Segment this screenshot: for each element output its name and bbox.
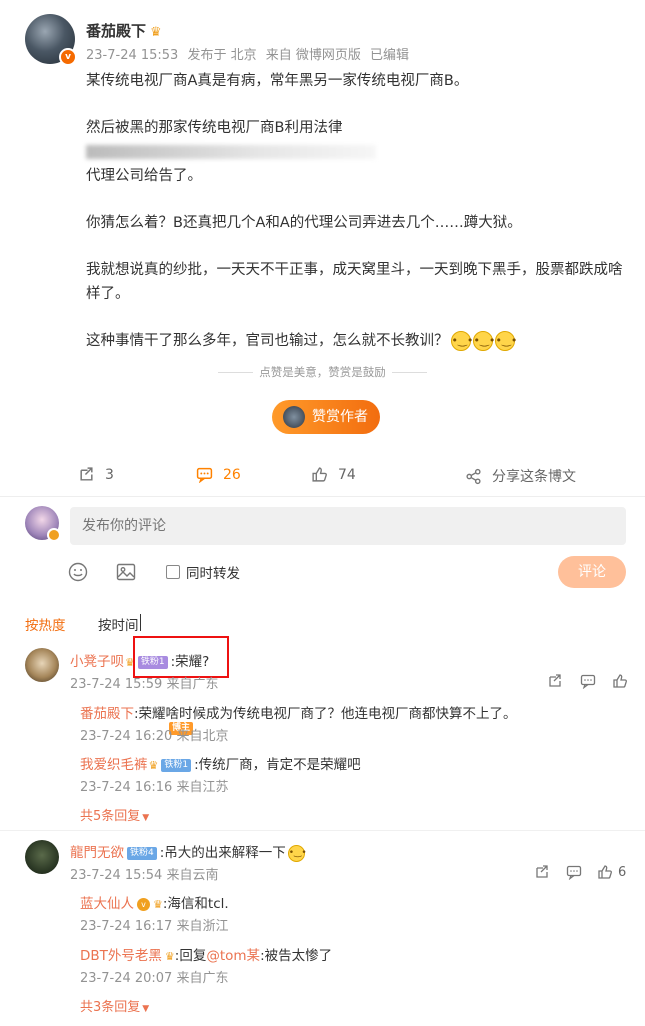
caret-down-icon: ▼ [142,1004,150,1014]
reply-meta: 23-7-24 16:20 来自北京 [80,729,229,744]
image-icon[interactable] [116,562,136,582]
replier-name[interactable]: 番茄殿下 [80,706,134,722]
reply-text: :传统厂商，肯定不是荣耀吧 [194,757,361,773]
text-cursor [140,614,141,631]
comment-button[interactable]: 26 [196,466,241,483]
comment-input[interactable] [70,507,626,545]
share-icon [466,468,481,484]
reply-text: :荣耀啥时候成为传统电视厂商了？他连电视厂商都快算不上了。 [134,706,517,722]
action-bar: 3 26 74 分享这条博文 [0,466,645,486]
thumbs-up-icon [312,467,327,482]
repost-checkbox[interactable]: 同时转发 [166,562,240,582]
replier-name[interactable]: 我爱织毛裤 [80,757,148,773]
comment-icon[interactable] [580,673,596,689]
thumbs-up-icon[interactable] [597,864,613,880]
comment-meta: 23-7-24 15:59 来自广东 [70,677,219,692]
verified-badge-icon [47,528,61,542]
post-content: 某传统电视厂商A真是有病，常年黑另一家传统电视厂商B。 然后被黑的那家传统电视厂… [86,69,631,353]
divider [0,830,645,831]
commenter-name[interactable]: 龍門无欲 [70,845,124,861]
commenter-name[interactable]: 小凳子呗 [70,654,124,670]
like-count: 6 [618,865,627,880]
like-button[interactable]: 74 [311,466,356,483]
comment-row: 龍門无欲 铁粉4:吊大的出来解释一下 •‿• [70,841,307,862]
reply-row: 我爱织毛裤♛ 铁粉1:传统厂商，肯定不是荣耀吧 [80,753,361,773]
post-timestamp[interactable]: 23-7-24 15:53 [86,48,178,63]
submit-comment-button[interactable]: 评论 [558,556,626,588]
post-location: 发布于 北京 [187,48,257,63]
repost-button[interactable]: 3 [78,466,114,483]
crown-icon: ♛ [148,759,159,772]
fan-rank-badge[interactable]: 铁粉4 [127,846,157,860]
crown-icon: ♛ [150,25,162,40]
share-button[interactable]: 分享这条博文 [465,466,576,486]
smile-emoji-icon: •‿• [287,844,307,862]
my-avatar[interactable] [25,506,61,542]
reply-text-suffix: :被告太惨了 [260,948,333,964]
post-paragraph: 某传统电视厂商A真是有病，常年黑另一家传统电视厂商B。 [86,73,469,89]
divider [0,496,645,497]
fan-rank-badge[interactable]: 铁粉1 [161,758,192,772]
checkbox-box[interactable] [166,565,180,579]
comment-meta: 23-7-24 15:54 来自云南 [70,868,219,883]
reply-text-prefix: :回复 [174,948,207,964]
thumbs-up-icon[interactable] [612,673,628,689]
post-paragraph: 你猜怎么着？B还真把几个A和A的代理公司弄进去几个……蹲大狱。 [86,215,522,231]
replier-name[interactable]: 蓝大仙人 [80,896,134,912]
mention-link[interactable]: @tom某 [206,948,260,964]
comment-text: :吊大的出来解释一下 [159,845,286,861]
reward-button[interactable]: 赞赏作者 [272,400,380,434]
doge-emoji-icon: •‿• [472,331,495,351]
post-paragraph: 然后被黑的那家传统电视厂商B利用法律 [86,116,631,164]
post-meta: 23-7-24 15:53 发布于 北京 来自 微博网页版 已编辑 [86,44,414,63]
reply-row: 番茄殿下 博主:荣耀啥时候成为传统电视厂商了？他连电视厂商都快算不上了。 [80,702,517,735]
replier-name[interactable]: DBT外号老黑 [80,948,162,964]
post-edited[interactable]: 已编辑 [370,48,409,63]
reply-meta: 23-7-24 20:07 来自广东 [80,971,229,986]
highlight-box [133,636,229,678]
author-avatar[interactable]: v [25,14,77,66]
repost-icon[interactable] [547,673,563,689]
author-mini-avatar [283,406,305,428]
post-paragraph: 这种事情干了那么多年，官司也输过，怎么就不长教训？ •‿••‿••‿• [86,331,518,351]
sort-by-hot-tab[interactable]: 按热度 [25,614,66,634]
verified-badge-icon: v [137,897,150,911]
more-replies-link[interactable]: 共5条回复 ▼ [80,805,149,824]
comment-icon [196,467,213,483]
reply-meta: 23-7-24 16:16 来自江苏 [80,780,229,795]
reward-tip: 点赞是美意，赞赏是鼓励 [0,364,645,380]
reply-text: :海信和tcl. [162,896,229,912]
author-name[interactable]: 番茄殿下 ♛ [86,20,162,41]
reply-meta: 23-7-24 16:17 来自浙江 [80,919,229,934]
reply-row: DBT外号老黑 ♛:回复@tom某:被告太惨了 [80,944,332,964]
repost-icon [80,467,93,481]
crown-icon: ♛ [153,898,163,911]
doge-emoji-icon: •‿• [450,331,473,351]
commenter-avatar[interactable] [25,648,59,682]
doge-emoji-icon: •‿• [494,331,517,351]
reply-row: 蓝大仙人 v ♛:海信和tcl. [80,892,229,912]
comment-icon[interactable] [566,864,582,880]
crown-icon: ♛ [164,950,175,963]
verified-badge-icon: v [59,48,77,66]
emoji-icon[interactable] [68,562,88,582]
caret-down-icon: ▼ [142,813,150,823]
post-paragraph: 我就想说真的纱批，一天天不干正事，成天窝里斗，一天到晚下黑手，股票都跌成啥样了。 [86,262,623,302]
post-source: 来自 微博网页版 [265,48,361,63]
more-replies-link[interactable]: 共3条回复 ▼ [80,996,149,1015]
commenter-avatar[interactable] [25,840,59,874]
sort-by-time-tab[interactable]: 按时间 [98,614,139,634]
blurred-text [86,145,376,159]
post-paragraph: 代理公司给告了。 [86,168,202,184]
repost-icon[interactable] [534,864,550,880]
